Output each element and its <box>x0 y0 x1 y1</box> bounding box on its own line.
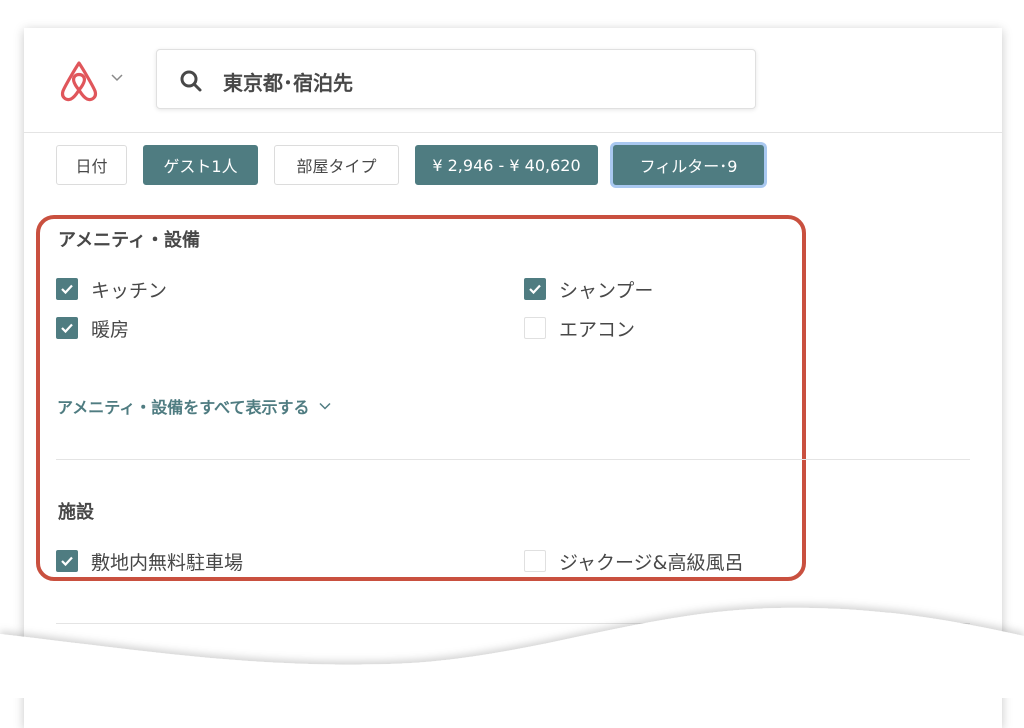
property-type-title: 建物タイプ <box>58 665 148 686</box>
amenities-title: アメニティ・設備 <box>58 230 201 251</box>
checkbox-checked-icon <box>56 278 78 300</box>
checkbox-checked-icon <box>524 278 546 300</box>
room-type-filter-button[interactable]: 部屋タイプ <box>274 145 399 185</box>
date-filter-button[interactable]: 日付 <box>56 145 127 185</box>
checkbox-label: キッチン <box>91 279 168 302</box>
checkbox-label: 敷地内無料駐車場 <box>91 551 244 574</box>
show-all-amenities-link[interactable]: アメニティ・設備をすべて表示する <box>57 394 332 418</box>
checkbox-label: 暖房 <box>91 318 130 341</box>
more-filters-button[interactable]: フィルター･9 <box>613 145 764 185</box>
checkbox-label: エアコン <box>559 318 636 341</box>
search-query: 東京都･宿泊先 <box>223 71 353 95</box>
search-input[interactable]: 東京都･宿泊先 <box>156 49 756 109</box>
checkbox-checked-icon <box>56 550 78 572</box>
checkbox-unchecked-icon <box>524 550 546 572</box>
checkbox-checked-icon <box>56 317 78 339</box>
checkbox-air-conditioning[interactable]: エアコン <box>524 315 635 341</box>
facilities-title: 施設 <box>58 502 94 523</box>
checkbox-label: シャンプー <box>559 279 654 302</box>
chevron-down-icon[interactable] <box>110 72 124 82</box>
chevron-down-icon <box>319 402 332 410</box>
filter-window: 東京都･宿泊先 日付 ゲスト1人 部屋タイプ ¥ 2,946 - ¥ 40,62… <box>24 28 1002 728</box>
header-bar: 東京都･宿泊先 <box>24 28 1002 133</box>
section-divider <box>56 623 970 624</box>
checkbox-label: ジャクージ&高級風呂 <box>559 551 744 574</box>
checkbox-unchecked-icon <box>524 317 546 339</box>
search-icon <box>180 70 202 92</box>
show-all-label: アメニティ・設備をすべて表示する <box>57 398 310 417</box>
price-filter-button[interactable]: ¥ 2,946 - ¥ 40,620 <box>415 145 598 185</box>
checkbox-free-parking[interactable]: 敷地内無料駐車場 <box>56 548 243 574</box>
checkbox-kitchen[interactable]: キッチン <box>56 276 167 302</box>
airbnb-logo-icon[interactable] <box>58 58 100 102</box>
section-divider <box>56 459 970 460</box>
guests-filter-button[interactable]: ゲスト1人 <box>143 145 258 185</box>
checkbox-heating[interactable]: 暖房 <box>56 315 129 341</box>
checkbox-jacuzzi[interactable]: ジャクージ&高級風呂 <box>524 548 744 574</box>
checkbox-shampoo[interactable]: シャンプー <box>524 276 653 302</box>
